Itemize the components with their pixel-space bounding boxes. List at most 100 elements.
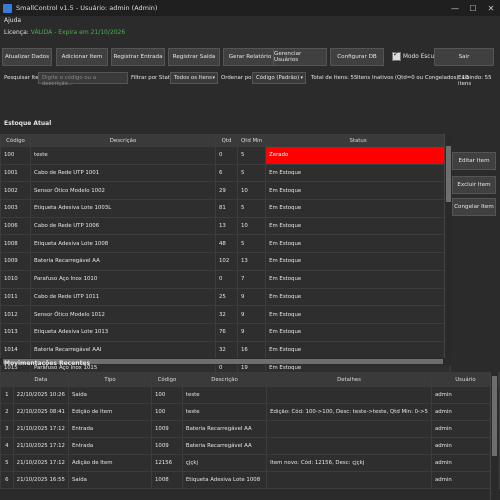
maximize-icon[interactable]: ☐ [464, 0, 482, 16]
cell-qty: 0 [215, 269, 238, 289]
filter-bar: Pesquisar Item: Digite o código ou a des… [0, 72, 500, 87]
table-row[interactable]: 3 21/10/2025 17:12 Entrada 1009 Bateria Reca… [0, 420, 500, 438]
table-row[interactable]: 5 21/10/2025 17:12 Adição de Item 12156 çjçk… [0, 454, 500, 472]
license-value: VÁLIDA - Expira em 21/10/2026 [30, 29, 126, 36]
cell-qty-min: 5 [236, 199, 267, 218]
cell-description: Bateria Recarregável AA [30, 252, 216, 271]
table-row[interactable]: 1009 Bateria Recarregável AA 102 13 Em Estoq… [0, 252, 452, 271]
col-header-type[interactable]: Tipo [68, 372, 152, 387]
app-icon [3, 3, 12, 13]
exit-button[interactable]: Sair [434, 48, 494, 66]
close-icon[interactable]: ✕ [482, 0, 500, 16]
cell-description: teste [30, 146, 216, 165]
cell-status: Em Estoque [265, 234, 452, 254]
configure-db-button[interactable]: Configurar DB [330, 48, 384, 66]
table-row[interactable]: 1002 Sensor Ótico Modelo 1002 29 10 Em Estoq… [0, 181, 452, 201]
cell-code: 1010 [0, 269, 31, 289]
table-row[interactable]: 1010 Parafuso Aço Inox 1010 0 7 Em Estoque [0, 269, 452, 289]
col-header-qty[interactable]: Qtd [215, 134, 238, 147]
edit-item-button[interactable]: Editar Item [452, 152, 496, 170]
minimize-icon[interactable]: — [446, 0, 464, 16]
col-header-code[interactable]: Código [0, 134, 31, 147]
dark-mode-checkbox[interactable] [392, 50, 401, 61]
cell-description: Bateria Recarregável AA [181, 420, 268, 438]
movements-vertical-scrollbar[interactable] [490, 372, 498, 500]
cell-details: Edição: Cód: 100->100, Desc: teste->test… [266, 403, 432, 421]
cell-index: 6 [0, 471, 14, 489]
cell-qty-min: 5 [236, 146, 267, 165]
cell-description: teste [181, 386, 268, 404]
cell-code: 1008 [151, 471, 183, 489]
table-row[interactable]: 6 21/10/2025 16:55 Saída 1008 Etiqueta Adesi… [0, 471, 500, 489]
table-row[interactable]: 1014 Bateria Recarregável AAI 32 16 Em Estoq… [0, 340, 452, 360]
cell-index: 5 [0, 454, 14, 472]
cell-code: 1003 [0, 199, 31, 218]
cell-description: Etiqueta Adesiva Lote 1003L [30, 199, 216, 218]
cell-index: 1 [0, 386, 14, 404]
generate-report-button[interactable]: Gerar Relatório [223, 48, 277, 66]
cell-qty-min: 13 [236, 252, 267, 271]
table-row[interactable]: 1012 Sensor Ótico Modelo 1012 32 9 Em Estoqu… [0, 305, 452, 324]
table-row[interactable]: 1006 Cabo de Rede UTP 1006 13 10 Em Estoque [0, 216, 452, 236]
toolbar: Atualizar Dados Adicionar Item Registrar… [0, 48, 500, 68]
menu-help[interactable]: Ajuda [4, 17, 21, 24]
inactive-items-text: Itens Inativos (Qtd=0 ou Congelados): 13 [357, 75, 469, 81]
cell-status: Em Estoque [265, 287, 452, 307]
table-row[interactable]: 1013 Etiqueta Adesiva Lote 1013 76 9 Em Esto… [0, 322, 452, 342]
cell-status: Em Estoque [265, 181, 452, 201]
cell-date: 21/10/2025 17:12 [12, 437, 70, 455]
cell-status: Em Estoque [265, 252, 452, 271]
order-select[interactable]: Código (Padrão) ▾ [252, 72, 306, 84]
refresh-button[interactable]: Atualizar Dados [2, 48, 52, 66]
register-entry-button[interactable]: Registrar Entrada [111, 48, 165, 66]
col-header-index [0, 372, 14, 387]
table-row[interactable]: 4 21/10/2025 17:12 Entrada 1009 Bateria Reca… [0, 437, 500, 455]
add-item-button[interactable]: Adicionar Item [56, 48, 108, 66]
cell-qty-min: 16 [236, 340, 267, 360]
col-header-qty-min[interactable]: Qtd Min [236, 134, 267, 147]
dark-mode-toggle[interactable]: Modo Escuro [392, 50, 440, 61]
menu-bar: Ajuda [0, 17, 500, 28]
table-row[interactable]: 100 teste 0 5 Zerado [0, 146, 452, 165]
cell-qty: 102 [215, 252, 238, 271]
table-row[interactable]: 2 22/10/2025 08:41 Edição de Item 100 teste E… [0, 403, 500, 421]
cell-qty: 29 [215, 181, 238, 201]
search-input[interactable]: Digite o código ou a descrição... [38, 72, 128, 87]
status-filter-select[interactable]: Todos os Itens ▾ [170, 72, 218, 84]
movements-table: Data Tipo Código Descrição Detalhes Usuá… [0, 372, 500, 489]
freeze-item-button[interactable]: Congelar Item [452, 198, 496, 216]
table-row[interactable]: 1001 Cabo de Rede UTP 1001 6 5 Em Estoque [0, 163, 452, 183]
col-header-description[interactable]: Descrição [181, 372, 268, 387]
col-header-description[interactable]: Descrição [30, 134, 216, 147]
cell-type: Adição de Item [68, 454, 152, 472]
manage-users-button[interactable]: Gerenciar Usuários [273, 48, 327, 66]
cell-qty-min: 7 [236, 269, 267, 289]
col-header-date[interactable]: Data [12, 372, 70, 387]
cell-code: 1013 [0, 322, 31, 342]
stock-vertical-scrollbar[interactable] [444, 134, 452, 358]
col-header-status[interactable]: Status [265, 134, 452, 147]
table-row[interactable]: 1003 Etiqueta Adesiva Lote 1003L 81 5 Em Est… [0, 199, 452, 218]
cell-description: Cabo de Rede UTP 1011 [30, 287, 216, 307]
cell-details [266, 420, 432, 438]
delete-item-button[interactable]: Excluir Item [452, 176, 496, 194]
register-exit-button[interactable]: Registrar Saída [168, 48, 220, 66]
cell-code: 1001 [0, 163, 31, 183]
table-row[interactable]: 1 22/10/2025 10:26 Saída 100 teste admin [0, 386, 500, 404]
stock-scroll-thumb[interactable] [446, 146, 451, 202]
cell-type: Edição de Item [68, 403, 152, 421]
col-header-details[interactable]: Detalhes [266, 372, 432, 387]
status-filter-value: Todos os Itens [174, 75, 212, 81]
table-row[interactable]: 1011 Cabo de Rede UTP 1011 25 9 Em Estoque [0, 287, 452, 307]
showing-items-text: Exibindo: 55 itens [458, 75, 492, 87]
title-bar: SmallControl v1.5 - Usuário: admin (Admi… [0, 0, 500, 16]
col-header-code[interactable]: Código [151, 372, 183, 387]
movements-scroll-thumb[interactable] [492, 376, 497, 456]
cell-code: 1009 [151, 420, 183, 438]
cell-qty: 81 [215, 199, 238, 218]
table-row[interactable]: 1008 Etiqueta Adesiva Lote 1008 48 5 Em Esto… [0, 234, 452, 254]
stock-table: Código Descrição Qtd Qtd Min Status 100 t… [0, 134, 452, 377]
cell-code: 1006 [0, 216, 31, 236]
cell-status: Em Estoque [265, 163, 452, 183]
cell-description: çjçkj [181, 454, 268, 472]
